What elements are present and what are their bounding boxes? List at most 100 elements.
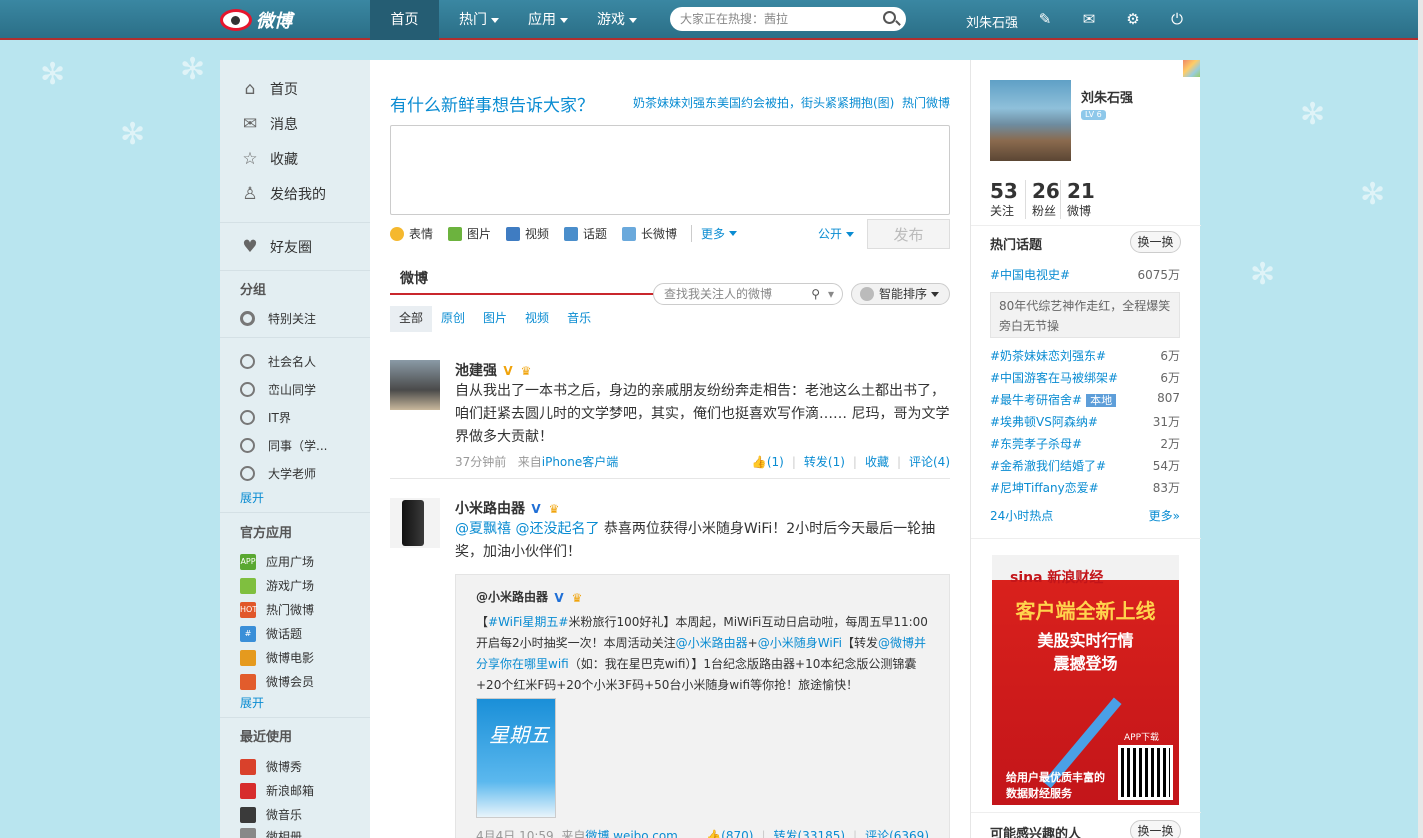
sidebar-item-home[interactable]: ⌂ 首页 (240, 79, 298, 99)
stat-weibo[interactable]: 21 微博 (1060, 180, 1095, 219)
comment-count-link[interactable]: 评论(6369) (865, 829, 929, 838)
mention-link[interactable]: @夏飘禧 (455, 521, 511, 537)
topic-name[interactable]: #埃弗顿VS阿森纳# (990, 415, 1098, 429)
topic-name[interactable]: #中国游客在马被绑架# (990, 371, 1118, 385)
post-author[interactable]: 小米路由器 V ♛ (455, 498, 561, 518)
scrollbar[interactable] (1418, 0, 1423, 838)
more-tools-button[interactable]: 更多 (691, 225, 738, 242)
profile-name[interactable]: 刘朱石强 (1081, 87, 1133, 106)
filter-video[interactable]: 视频 (516, 306, 558, 332)
profile-avatar[interactable] (990, 80, 1071, 161)
repost-image[interactable]: 星期五 (476, 698, 556, 818)
post-time-link[interactable]: 37分钟前 (455, 455, 506, 469)
mention-link[interactable]: @小米路由器 (676, 636, 748, 650)
filter-original[interactable]: 原创 (432, 306, 474, 332)
sidebar-item-group[interactable]: IT界 (240, 409, 291, 426)
repost-time-link[interactable]: 4月4日 10:59 (476, 829, 554, 838)
image-button[interactable]: 图片 (448, 225, 491, 242)
advertisement-banner[interactable]: sina 新浪财经 客户端全新上线 美股实时行情 震撼登场 APP下载 给用户最… (992, 555, 1179, 805)
sidebar-item-group[interactable]: 同事（学... (240, 437, 327, 454)
author-name[interactable]: 池建强 (455, 363, 497, 379)
sidebar-item-to-me[interactable]: ♙ 发给我的 (240, 184, 326, 204)
sidebar-item-group[interactable]: 大学老师 (240, 465, 316, 482)
nav-hot[interactable]: 热门 (444, 0, 514, 40)
settings-icon[interactable]: ⚙ (1124, 10, 1142, 28)
stat-following[interactable]: 53 关注 (990, 180, 1018, 219)
smart-sort-button[interactable]: 智能排序 (851, 283, 950, 305)
sidebar-item-recent[interactable]: 微相册 (240, 828, 302, 838)
sidebar-item-app[interactable]: # 微话题 (240, 625, 302, 642)
filter-images[interactable]: 图片 (474, 306, 516, 332)
level-badge[interactable]: LV 6 (1081, 110, 1106, 120)
user-name-link[interactable]: 刘朱石强 (966, 12, 1018, 31)
comment-button[interactable]: 评论(4) (909, 455, 950, 469)
sidebar-item-app[interactable]: 微博会员 (240, 673, 314, 690)
sidebar-item-recent[interactable]: 微博秀 (240, 758, 302, 775)
weibo-logo[interactable]: 微博 (220, 4, 292, 36)
tab-weibo[interactable]: 微博 (400, 268, 428, 288)
author-name[interactable]: 小米路由器 (455, 501, 525, 517)
publish-button[interactable]: 发布 (867, 219, 950, 249)
feed-search-input[interactable]: 查找我关注人的微博 ⚲ ▾ (653, 283, 843, 305)
switch-topics-button[interactable]: 换一换 (1130, 231, 1181, 253)
topic-item[interactable]: #东莞孝子杀母# 2万 (990, 435, 1180, 452)
mention-link[interactable]: @小米随身WiFi (758, 636, 842, 650)
like-button[interactable]: 👍(870) (706, 829, 753, 838)
topic-name[interactable]: #中国电视史# (990, 268, 1070, 282)
source-link[interactable]: iPhone客户端 (542, 455, 619, 469)
sidebar-item-messages[interactable]: ✉ 消息 (240, 114, 298, 134)
video-button[interactable]: 视频 (506, 225, 549, 242)
topic-item[interactable]: #中国电视史# 6075万 (990, 266, 1180, 283)
topic-item[interactable]: #埃弗顿VS阿森纳# 31万 (990, 413, 1180, 430)
topic-name[interactable]: #最牛考研宿舍# (990, 393, 1082, 407)
compose-icon[interactable]: ✎ (1036, 10, 1054, 28)
like-button[interactable]: 👍(1) (752, 455, 784, 469)
visibility-select[interactable]: 公开 (818, 225, 855, 242)
topic-item[interactable]: #金希澈我们结婚了# 54万 (990, 457, 1180, 474)
topic-item[interactable]: #最牛考研宿舍# 本地 807 (990, 391, 1180, 408)
hot24-link[interactable]: 24小时热点 (990, 509, 1053, 523)
sidebar-item-special-follow[interactable]: 特别关注 (240, 310, 316, 327)
sidebar-item-app[interactable]: APP 应用广场 (240, 553, 314, 570)
favorite-button[interactable]: 收藏 (865, 455, 889, 469)
sidebar-item-app[interactable]: 游戏广场 (240, 577, 314, 594)
sidebar-item-favorites[interactable]: ☆ 收藏 (240, 149, 298, 169)
sidebar-item-app[interactable]: 微博电影 (240, 649, 314, 666)
hot-link-text[interactable]: 奶茶妹妹刘强东美国约会被拍，街头紧紧拥抱(图) (633, 96, 894, 110)
switch-people-button[interactable]: 换一换 (1130, 820, 1181, 838)
search-icon[interactable] (883, 11, 896, 24)
sidebar-item-recent[interactable]: 微音乐 (240, 806, 302, 823)
skin-corner-icon[interactable] (1183, 60, 1200, 77)
expand-apps-link[interactable]: 展开 (240, 694, 264, 711)
source-link[interactable]: 微博 weibo.com (585, 829, 678, 838)
topic-item[interactable]: #中国游客在马被绑架# 6万 (990, 369, 1180, 386)
long-weibo-button[interactable]: 长微博 (622, 225, 677, 242)
emoji-button[interactable]: 表情 (390, 225, 433, 242)
mention-link[interactable]: @还没起名了 (515, 521, 599, 537)
sidebar-item-app[interactable]: HOT 热门微博 (240, 601, 314, 618)
repost-author[interactable]: @小米路由器 V ♛ (476, 588, 584, 605)
topic-name[interactable]: #东莞孝子杀母# (990, 437, 1082, 451)
avatar[interactable] (390, 360, 440, 410)
nav-apps[interactable]: 应用 (514, 0, 582, 40)
search-input[interactable]: 大家正在热搜：茜拉 (670, 7, 906, 31)
sidebar-item-recent[interactable]: 新浪邮箱 (240, 782, 314, 799)
logout-icon[interactable]: ⏻ (1168, 10, 1186, 28)
search-icon[interactable]: ⚲ (811, 284, 820, 304)
post-textarea[interactable] (390, 125, 950, 215)
topic-name[interactable]: #尼坤Tiffany恋爱# (990, 481, 1099, 495)
hot-weibo-link[interactable]: 奶茶妹妹刘强东美国约会被拍，街头紧紧拥抱(图) 热门微博 (633, 94, 950, 111)
filter-all[interactable]: 全部 (390, 306, 433, 332)
chevron-down-icon[interactable]: ▾ (828, 284, 834, 304)
repost-author-name[interactable]: @小米路由器 (476, 590, 548, 604)
filter-music[interactable]: 音乐 (558, 306, 600, 332)
hashtag-link[interactable]: #WiFi星期五# (488, 615, 568, 629)
sidebar-item-group[interactable]: 社会名人 (240, 353, 316, 370)
nav-home[interactable]: 首页 (370, 0, 439, 40)
topic-name[interactable]: #奶茶妹妹恋刘强东# (990, 349, 1106, 363)
stat-fans[interactable]: 26 粉丝 (1025, 180, 1060, 219)
avatar[interactable] (390, 498, 440, 548)
topic-item[interactable]: #尼坤Tiffany恋爱# 83万 (990, 479, 1180, 496)
topic-name[interactable]: #金希澈我们结婚了# (990, 459, 1106, 473)
repost-count-link[interactable]: 转发(33185) (774, 829, 846, 838)
